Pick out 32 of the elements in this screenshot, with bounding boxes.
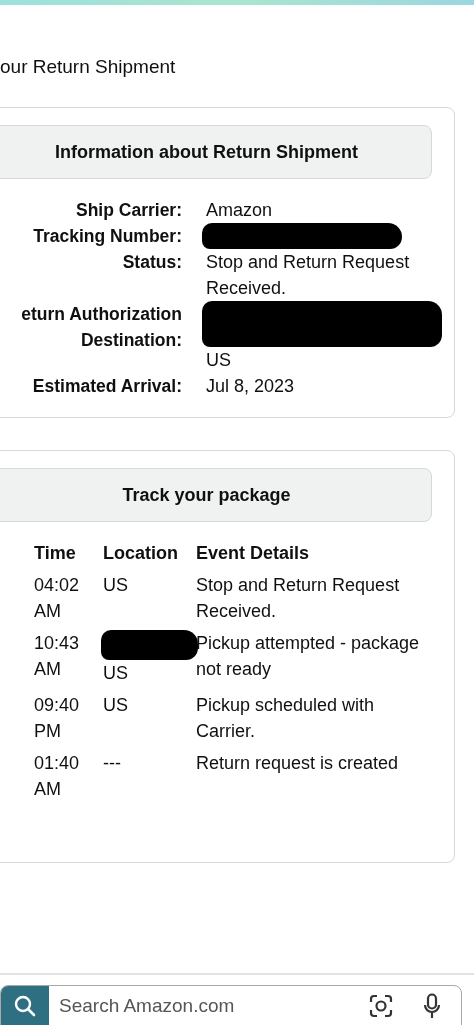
search-icon [14, 995, 36, 1017]
location-cell: US [103, 663, 128, 683]
microphone-icon[interactable] [423, 993, 441, 1019]
section-header: Information about Return Shipment [0, 125, 432, 179]
event-cell-text: Pickup scheduled with Carrier. [196, 694, 376, 743]
time-cell-text: 10:43 AM [34, 632, 81, 681]
field-label: Tracking Number: [32, 225, 182, 248]
event-cell-text: Return request is created [196, 752, 400, 775]
time-cell-text: 09:40 PM [34, 694, 81, 743]
event-cell-text: Stop and Return Request Received. [196, 574, 401, 623]
field-label: Ship Carrier: [75, 199, 182, 222]
location-cell: US [103, 695, 128, 715]
field-value: Stop and Return Request Received. [206, 251, 411, 300]
time-cell-text: 01:40 AM [34, 752, 81, 801]
column-header: Time [34, 542, 77, 565]
column-header: Location [103, 542, 179, 565]
location-cell: --- [103, 753, 121, 773]
page-title: our Return Shipment [0, 55, 177, 79]
column-header: Event Details [196, 542, 311, 565]
camera-lens-icon[interactable] [369, 994, 393, 1018]
field-label: eturn Authorization Destination: [20, 303, 182, 352]
search-button[interactable] [1, 986, 49, 1025]
field-value: Jul 8, 2023 [206, 375, 296, 398]
field-value: Amazon [206, 199, 274, 222]
field-label: Estimated Arrival: [31, 375, 182, 398]
field-label: Status: [121, 251, 182, 274]
section-header: Track your package [0, 468, 432, 522]
location-cell: US [103, 575, 128, 595]
search-field[interactable]: Search Amazon.com [0, 985, 462, 1025]
event-cell-text: Pickup attempted - package not ready [196, 632, 421, 681]
time-cell-text: 04:02 AM [34, 574, 81, 623]
field-value: US [206, 349, 232, 372]
